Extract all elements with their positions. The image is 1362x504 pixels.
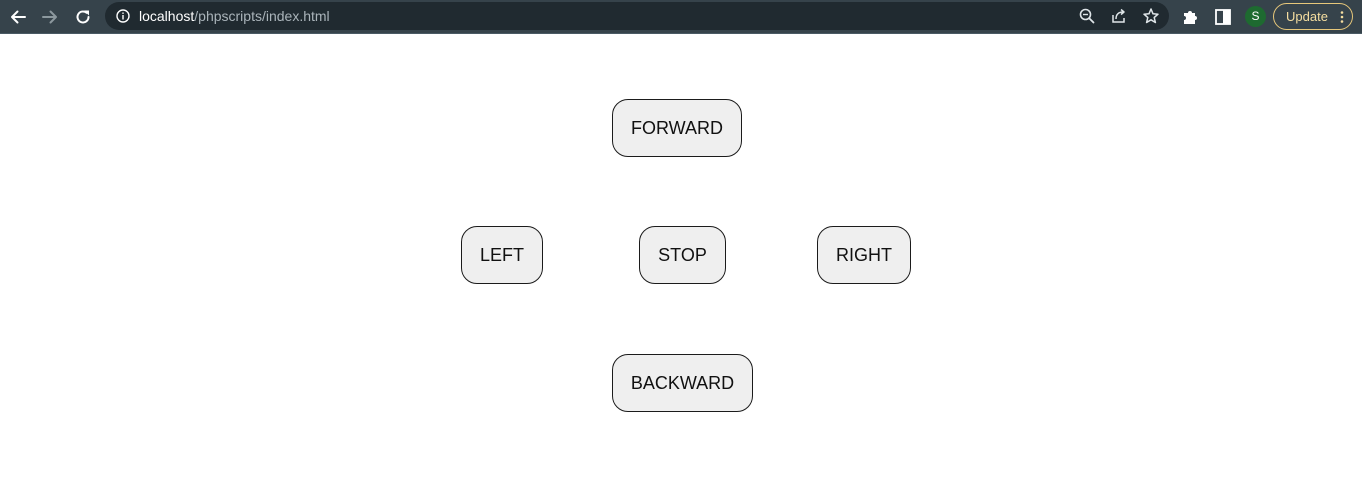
backward-button[interactable]: BACKWARD	[612, 354, 753, 412]
update-label: Update	[1286, 9, 1328, 24]
update-button[interactable]: Update	[1273, 3, 1353, 30]
menu-dots-icon	[1340, 11, 1344, 23]
url-text[interactable]: localhost/phpscripts/index.html	[139, 8, 330, 24]
forward-button[interactable]	[38, 5, 62, 29]
back-arrow-icon	[11, 10, 26, 24]
back-button[interactable]	[6, 5, 30, 29]
page-content: FORWARD LEFT STOP RIGHT BACKWARD	[0, 35, 1362, 504]
forward-arrow-icon	[42, 10, 57, 24]
url-host: localhost	[139, 8, 195, 24]
url-path: /phpscripts/index.html	[194, 8, 330, 24]
reload-icon	[76, 10, 90, 24]
extensions-puzzle-icon[interactable]	[1181, 7, 1201, 27]
right-button[interactable]: RIGHT	[817, 226, 911, 284]
address-bar[interactable]: localhost/phpscripts/index.html	[105, 2, 1169, 30]
stop-button[interactable]: STOP	[639, 226, 726, 284]
bookmark-star-icon[interactable]	[1142, 7, 1160, 25]
left-button[interactable]: LEFT	[461, 226, 543, 284]
zoom-icon[interactable]	[1078, 7, 1096, 25]
reload-button[interactable]	[71, 5, 95, 29]
info-icon[interactable]	[116, 9, 130, 23]
browser-toolbar: localhost/phpscripts/index.html S Update	[0, 0, 1362, 34]
forward-button[interactable]: FORWARD	[612, 99, 742, 157]
side-panel-icon[interactable]	[1213, 7, 1233, 27]
share-icon[interactable]	[1110, 7, 1128, 25]
profile-avatar[interactable]: S	[1245, 6, 1266, 27]
